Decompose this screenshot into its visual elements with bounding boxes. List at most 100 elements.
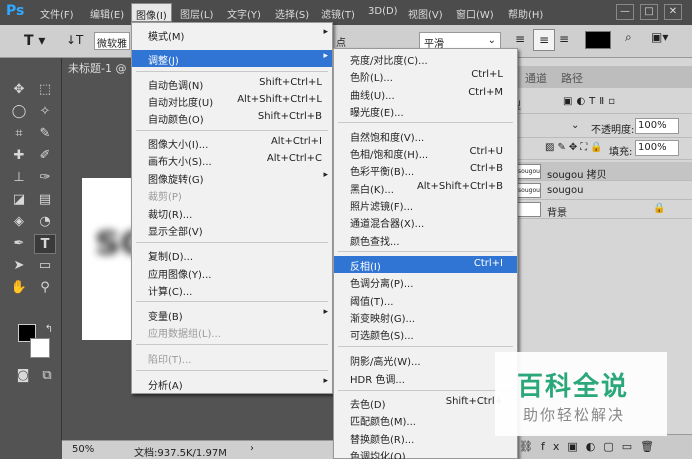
eraser-tool-icon[interactable]: ◪ bbox=[8, 190, 30, 210]
menu-item[interactable]: 色调均化(Q) bbox=[334, 446, 517, 459]
menu-item[interactable]: 裁剪(P) bbox=[132, 186, 332, 203]
menu-image[interactable]: 图像(I) bbox=[131, 3, 172, 22]
menu-item[interactable]: 照片滤镜(F)... bbox=[334, 196, 517, 213]
menu-item[interactable]: 匹配颜色(M)... bbox=[334, 411, 517, 428]
menu-file[interactable]: 文件(F) bbox=[40, 6, 74, 21]
chevron-right-icon[interactable]: › bbox=[250, 443, 254, 454]
menu-item[interactable]: 分析(A) ▸ bbox=[132, 375, 332, 392]
align-left-icon[interactable]: ≡ bbox=[515, 32, 525, 46]
menu-item[interactable]: 阴影/高光(W)... bbox=[334, 351, 517, 368]
lasso-tool-icon[interactable]: ◯ bbox=[8, 102, 30, 122]
menu-item[interactable]: 渐变映射(G)... bbox=[334, 308, 517, 325]
menu-item[interactable]: 自动色调(N) Shift+Ctrl+L bbox=[132, 75, 332, 92]
zoom-tool-icon[interactable]: ⚲ bbox=[34, 278, 56, 298]
menu-item[interactable]: 替换颜色(R)... bbox=[334, 429, 517, 446]
menu-layer[interactable]: 图层(L) bbox=[180, 6, 213, 21]
menu-item[interactable]: 阈值(T)... bbox=[334, 291, 517, 308]
menu-type[interactable]: 文字(Y) bbox=[227, 6, 261, 21]
menu-item[interactable]: 曲线(U)... Ctrl+M bbox=[334, 85, 517, 102]
menu-3d[interactable]: 3D(D) bbox=[368, 6, 398, 17]
menu-item[interactable]: 图像大小(I)... Alt+Ctrl+I bbox=[132, 134, 332, 151]
blur-tool-icon[interactable]: ◈ bbox=[8, 212, 30, 232]
menu-item[interactable]: 调整(J) ▸ bbox=[132, 50, 332, 67]
crop-tool-icon[interactable]: ⌗ bbox=[8, 124, 30, 144]
menu-item[interactable]: 色调分离(P)... bbox=[334, 273, 517, 290]
document-tab[interactable]: 未标题-1 @ bbox=[68, 60, 126, 78]
layer-row[interactable]: 背景 🔒 bbox=[505, 200, 692, 219]
quick-mask-icon[interactable]: ◙ bbox=[12, 366, 34, 386]
menu-view[interactable]: 视图(V) bbox=[408, 6, 443, 21]
menu-item[interactable]: 自动对比度(U) Alt+Shift+Ctrl+L bbox=[132, 92, 332, 109]
font-family-field[interactable]: 微软雅 bbox=[94, 32, 130, 50]
hand-tool-icon[interactable]: ✋ bbox=[8, 278, 30, 298]
close-button[interactable]: ✕ bbox=[664, 4, 682, 20]
layer-row[interactable]: sougou sougou bbox=[505, 181, 692, 200]
menu-edit[interactable]: 编辑(E) bbox=[90, 6, 124, 21]
layer-action-icons[interactable]: ⛓fx▣◐▢▭🗑 bbox=[519, 440, 662, 453]
shape-tool-icon[interactable]: ▭ bbox=[34, 256, 56, 276]
history-brush-icon[interactable]: ✑ bbox=[34, 168, 56, 188]
menu-item[interactable]: 画布大小(S)... Alt+Ctrl+C bbox=[132, 151, 332, 168]
menu-item[interactable]: 裁切(R)... bbox=[132, 204, 332, 221]
menu-item[interactable]: 变量(B) ▸ bbox=[132, 306, 332, 323]
align-center-icon[interactable]: ≡ bbox=[533, 29, 555, 51]
menu-item[interactable]: 自然饱和度(V)... bbox=[334, 127, 517, 144]
warp-text-icon[interactable]: ⌕ bbox=[625, 30, 632, 45]
menu-item[interactable]: 自动颜色(O) Shift+Ctrl+B bbox=[132, 109, 332, 126]
opacity-field[interactable]: 100% bbox=[635, 118, 679, 134]
background-color-swatch[interactable] bbox=[30, 338, 50, 358]
menu-item[interactable]: 色阶(L)... Ctrl+L bbox=[334, 67, 517, 84]
menu-filter[interactable]: 滤镜(T) bbox=[321, 6, 355, 21]
text-color-swatch[interactable] bbox=[585, 31, 611, 49]
eyedropper-icon[interactable]: ✎ bbox=[34, 124, 56, 144]
maximize-button[interactable]: □ bbox=[640, 4, 658, 20]
menu-select[interactable]: 选择(S) bbox=[275, 6, 309, 21]
menu-item[interactable]: 模式(M) ▸ bbox=[132, 26, 332, 43]
minimize-button[interactable]: — bbox=[616, 4, 634, 20]
menu-item[interactable]: 色相/饱和度(H)... Ctrl+U bbox=[334, 144, 517, 161]
marquee-tool-icon[interactable]: ⬚ bbox=[34, 80, 56, 100]
swap-colors-icon[interactable]: ↰ bbox=[38, 320, 60, 340]
menu-item[interactable]: HDR 色调... bbox=[334, 369, 517, 386]
filter-icons[interactable]: ▣◐TⅡ▫ bbox=[563, 96, 619, 107]
layer-name[interactable]: sougou 拷贝 bbox=[547, 166, 607, 181]
menu-window[interactable]: 窗口(W) bbox=[456, 6, 494, 21]
menu-help[interactable]: 帮助(H) bbox=[508, 6, 543, 21]
tab-channels[interactable]: 通道 bbox=[525, 70, 547, 86]
type-tool-icon[interactable]: T ▾ bbox=[24, 33, 45, 49]
panels-toggle-icon[interactable]: ▣▾ bbox=[651, 30, 668, 44]
menu-item[interactable]: 显示全部(V) bbox=[132, 221, 332, 238]
menu-item[interactable]: 曝光度(E)... bbox=[334, 102, 517, 119]
align-right-icon[interactable]: ≡ bbox=[559, 32, 569, 46]
dodge-tool-icon[interactable]: ◔ bbox=[34, 212, 56, 232]
zoom-level[interactable]: 50% bbox=[72, 444, 94, 455]
brush-tool-icon[interactable]: ✐ bbox=[34, 146, 56, 166]
menu-item[interactable]: 应用图像(Y)... bbox=[132, 264, 332, 281]
move-tool-icon[interactable]: ✥ bbox=[8, 80, 30, 100]
stamp-tool-icon[interactable]: ⊥ bbox=[8, 168, 30, 188]
gradient-tool-icon[interactable]: ▤ bbox=[34, 190, 56, 210]
text-orientation-icon[interactable]: ↓T bbox=[66, 33, 83, 47]
menu-item[interactable]: 去色(D) Shift+Ctrl+ bbox=[334, 394, 517, 411]
menu-item[interactable]: 应用数据组(L)... bbox=[132, 323, 332, 340]
fill-field[interactable]: 100% bbox=[635, 140, 679, 156]
menu-item[interactable]: 亮度/对比度(C)... bbox=[334, 50, 517, 67]
menu-item[interactable]: 反相(I) Ctrl+I bbox=[334, 256, 517, 273]
type-tool-button[interactable]: T bbox=[34, 234, 56, 254]
menu-item[interactable]: 通道混合器(X)... bbox=[334, 213, 517, 230]
path-select-icon[interactable]: ➤ bbox=[8, 256, 30, 276]
chevron-down-icon[interactable]: ⌄ bbox=[571, 120, 579, 131]
menu-item[interactable]: 黑白(K)... Alt+Shift+Ctrl+B bbox=[334, 179, 517, 196]
font-size-field[interactable]: 点 bbox=[336, 34, 346, 49]
menu-item[interactable]: 复制(D)... bbox=[132, 246, 332, 263]
layer-name[interactable]: sougou bbox=[547, 185, 583, 196]
healing-brush-icon[interactable]: ✚ bbox=[8, 146, 30, 166]
layer-row[interactable]: sougou sougou 拷贝 bbox=[505, 162, 692, 181]
menu-item[interactable]: 计算(C)... bbox=[132, 281, 332, 298]
menu-item[interactable]: 图像旋转(G) ▸ bbox=[132, 169, 332, 186]
pen-tool-icon[interactable]: ✒ bbox=[8, 234, 30, 254]
menu-item[interactable]: 色彩平衡(B)... Ctrl+B bbox=[334, 161, 517, 178]
menu-item[interactable]: 颜色查找... bbox=[334, 231, 517, 248]
layer-name[interactable]: 背景 bbox=[547, 204, 567, 219]
menu-item[interactable]: 陷印(T)... bbox=[132, 349, 332, 366]
